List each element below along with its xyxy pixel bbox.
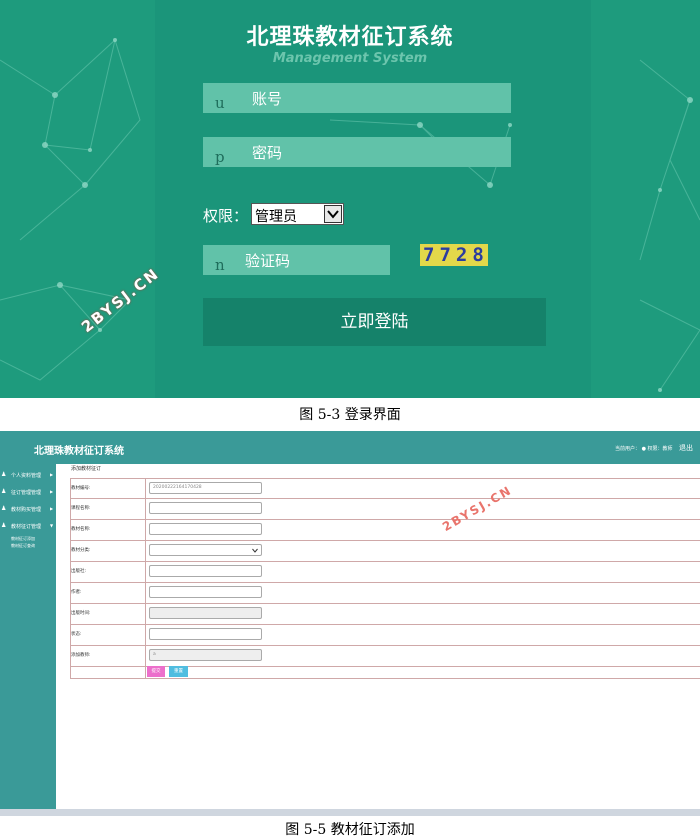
field-label: 作者: [71,590,82,595]
publish-date-input[interactable] [149,607,262,619]
sidebar-item-label: 教材征订管理 [11,524,42,530]
cell-divider [145,541,146,561]
username-placeholder: 账号 [252,90,283,108]
user-icon: ♟ [1,522,7,529]
user-icon: ♟ [1,505,7,512]
form-row: 教材编号: 20200222164170428 [70,478,700,499]
captcha-placeholder: 验证码 [245,252,291,270]
captcha-image[interactable]: 7728 [420,244,488,266]
system-subtitle: Management System [272,51,428,66]
form-row: 添加教师: a [70,645,700,666]
course-name-input[interactable] [149,502,262,514]
field-label: 教材编号: [71,486,91,491]
field-label: 出版社: [71,569,87,574]
field-label: 添加教师: [71,653,91,658]
admin-screenshot: 北理珠教材征订系统 当前用户： ● 权限：教师 退出 ♟ 个人资料管理 ▶ ♟ … [0,431,700,809]
user-icon: ♟ [1,488,7,495]
captcha-field[interactable]: n 验证码 [203,245,390,275]
caret-right-icon: ▶ [50,506,54,511]
textbook-name-input[interactable] [149,523,262,535]
form-row: 作者: [70,582,700,603]
chevron-down-icon [252,548,258,553]
caption-login: 图 5-3 登录界面 [299,407,401,423]
field-label: 出版时间: [71,611,91,616]
admin-title: 北理珠教材征订系统 [34,446,124,457]
sidebar-subitem-query[interactable]: 教材征订查询 [11,543,35,549]
role-label: 权限： [203,207,249,225]
field-label: 状态: [71,632,82,637]
publisher-input[interactable] [149,565,262,577]
form-row: 教材分类: [70,540,700,561]
cell-divider [145,604,146,624]
sidebar-item-label: 教材购买管理 [11,507,42,513]
textbook-id-input[interactable]: 20200222164170428 [149,482,262,494]
form-row: 课程名称: [70,498,700,519]
exit-button[interactable]: 退出 [679,443,693,453]
caret-right-icon: ▶ [50,489,54,494]
breadcrumb: 添加教材征订 [71,466,102,472]
cell-divider [145,625,146,645]
reset-button[interactable]: 重置 [169,666,188,677]
cell-divider [145,583,146,603]
teacher-input: a [149,649,262,661]
username-hint-glyph: u [215,94,225,112]
sidebar-item-label: 个人资料管理 [11,473,42,479]
login-screenshot: 北理珠教材征订系统 Management System u 账号 p 密码 权限… [0,0,700,398]
form-row: 出版时间: [70,603,700,624]
cell-divider [145,520,146,540]
role-selected-value: 管理员 [255,209,297,225]
form-row: 状态: [70,624,700,645]
cell-divider [145,646,146,666]
sidebar: ♟ 个人资料管理 ▶ ♟ 征订管理管理 ▶ ♟ 教材购买管理 ▶ ♟ 教材征订管… [0,464,56,809]
cell-divider [145,499,146,519]
sidebar-item-label: 征订管理管理 [11,490,42,496]
user-info: 当前用户： ● 权限：教师 [615,446,673,452]
caption-admin: 图 5-5 教材征订添加 [285,822,415,838]
field-label: 教材名称: [71,527,91,532]
caret-down-icon: ▼ [50,523,54,528]
login-button[interactable]: 立即登陆 [203,298,546,346]
username-field[interactable]: u 账号 [203,83,511,113]
user-icon: ♟ [1,471,7,478]
caret-right-icon: ▶ [50,472,54,477]
password-field[interactable]: p 密码 [203,137,511,167]
sidebar-subitem-add[interactable]: 教材征订添加 [11,536,35,542]
category-select[interactable] [149,544,262,556]
form-row: 教材名称: [70,519,700,540]
subscription-form: 教材编号: 20200222164170428 课程名称: 教材名称: 教材分类… [70,478,700,679]
password-hint-glyph: p [215,148,225,166]
form-row: 出版社: [70,561,700,582]
cell-divider [145,562,146,582]
role-select[interactable]: 管理员 [251,203,344,225]
field-label: 课程名称: [71,506,91,511]
chevron-down-icon[interactable] [324,205,342,223]
system-title: 北理珠教材征订系统 [246,25,454,50]
status-input[interactable] [149,628,262,640]
taskbar [0,809,700,816]
author-input[interactable] [149,586,262,598]
cell-divider [145,479,146,499]
captcha-hint-glyph: n [215,256,225,274]
password-placeholder: 密码 [252,144,283,162]
submit-button[interactable]: 提交 [147,666,165,677]
field-label: 教材分类: [71,548,91,553]
form-border [70,678,700,679]
